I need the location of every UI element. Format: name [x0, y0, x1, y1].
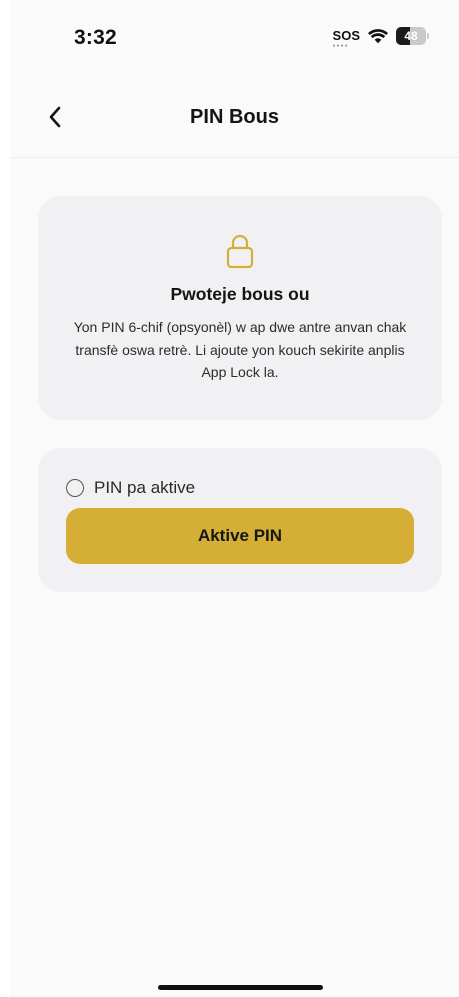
screen: 3:32 SOS ●●●● 48 PIN Bous Pwoteje bous o…	[0, 0, 459, 997]
nav-bar: PIN Bous	[10, 82, 459, 158]
status-bar: 3:32 SOS ●●●● 48	[0, 0, 459, 70]
pin-card: PIN pa aktive Aktive PIN	[38, 448, 442, 592]
signal-dots-icon: ●●●●	[332, 43, 349, 49]
battery-icon: 48	[396, 27, 426, 45]
home-indicator	[158, 985, 323, 990]
page-title: PIN Bous	[190, 106, 279, 128]
status-time: 3:32	[74, 26, 117, 49]
radio-empty-icon	[66, 479, 84, 497]
pin-status: PIN pa aktive	[66, 478, 195, 498]
status-indicators: SOS ●●●● 48	[332, 27, 429, 49]
sos-indicator: SOS ●●●●	[332, 28, 360, 49]
info-card: Pwoteje bous ou Yon PIN 6-chif (opsyonèl…	[38, 196, 442, 420]
battery-indicator: 48	[396, 27, 429, 45]
info-title: Pwoteje bous ou	[170, 284, 310, 304]
battery-level: 48	[404, 29, 418, 43]
lock-icon	[226, 234, 254, 269]
battery-cap	[427, 33, 429, 39]
activate-pin-button[interactable]: Aktive PIN	[66, 508, 414, 564]
sos-label: SOS	[332, 28, 360, 43]
wifi-icon	[368, 28, 388, 43]
info-description: Yon PIN 6-chif (opsyonèl) w ap dwe antre…	[73, 319, 407, 380]
pin-status-label: PIN pa aktive	[94, 478, 196, 497]
